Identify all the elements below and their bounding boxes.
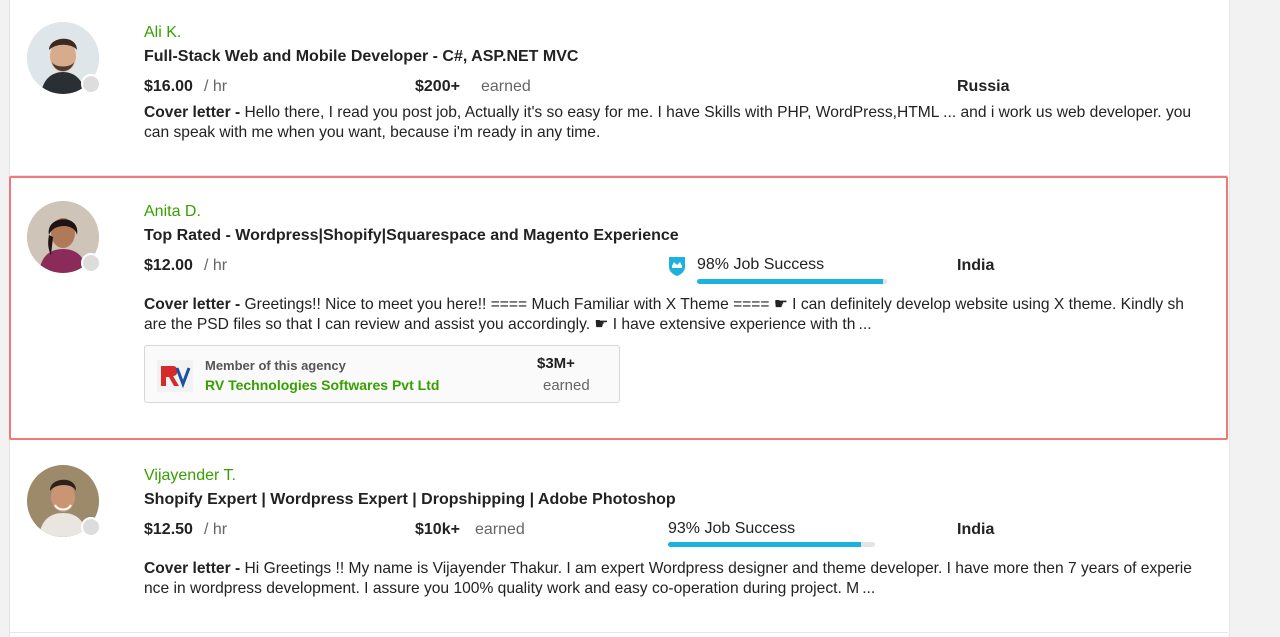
top-rated-badge-icon [667, 255, 687, 277]
cover-letter-label: Cover letter - [144, 560, 241, 577]
cover-letter: Cover letter - Hi Greetings !! My name i… [144, 559, 1192, 598]
job-success-label: 98% Job Success [697, 256, 825, 273]
rate-unit: / hr [204, 257, 228, 274]
country: Russia [957, 78, 1010, 95]
presence-indicator-icon [81, 253, 101, 273]
agency-earned-amount: $3M+ [537, 355, 575, 372]
hourly-rate: $12.00 [144, 257, 193, 274]
freelancer-name[interactable]: Anita D. [144, 203, 201, 221]
cover-letter: Cover letter - Hello there, I read you p… [144, 103, 1192, 142]
freelancer-name[interactable]: Ali K. [144, 24, 181, 42]
earned-label: earned [475, 521, 525, 538]
hourly-rate: $16.00 [144, 78, 193, 95]
earned-amount: $10k+ [415, 521, 460, 538]
country: India [957, 257, 995, 274]
agency-logo-icon [157, 360, 193, 392]
avatar[interactable] [27, 201, 101, 273]
earned-amount: $200+ [415, 78, 460, 95]
agency-card[interactable]: Member of this agency RV Technologies So… [144, 345, 620, 403]
freelancer-title: Top Rated - Wordpress|Shopify|Squarespac… [144, 227, 679, 244]
presence-indicator-icon [81, 517, 101, 537]
cover-letter-text: Hi Greetings !! My name is Vijayender Th… [144, 560, 1192, 597]
job-success-fill [668, 542, 861, 547]
agency-name-link[interactable]: RV Technologies Softwares Pvt Ltd [205, 377, 439, 393]
rate-unit: / hr [204, 78, 228, 95]
hourly-rate: $12.50 [144, 521, 193, 538]
cover-letter-label: Cover letter - [144, 104, 241, 121]
cover-letter: Cover letter - Greetings!! Nice to meet … [144, 295, 1192, 334]
earned-label: earned [481, 78, 531, 95]
agency-earned-label: earned [543, 377, 590, 394]
job-success-fill [697, 279, 884, 284]
job-success-label: 93% Job Success [668, 520, 796, 537]
job-success-bar [668, 542, 875, 547]
avatar[interactable] [27, 465, 101, 537]
job-success-bar [697, 279, 887, 284]
cover-letter-text: Hello there, I read you post job, Actual… [144, 104, 1192, 141]
rate-unit: / hr [204, 521, 228, 538]
freelancer-name[interactable]: Vijayender T. [144, 467, 236, 485]
country: India [957, 521, 995, 538]
cover-letter-text: Greetings!! Nice to meet you here!! ====… [144, 296, 1184, 333]
freelancer-title: Full-Stack Web and Mobile Developer - C#… [144, 48, 579, 65]
presence-indicator-icon [81, 74, 101, 94]
agency-caption: Member of this agency [205, 358, 346, 373]
avatar[interactable] [27, 22, 101, 94]
cover-letter-label: Cover letter - [144, 296, 241, 313]
freelancer-title: Shopify Expert | Wordpress Expert | Drop… [144, 491, 676, 508]
